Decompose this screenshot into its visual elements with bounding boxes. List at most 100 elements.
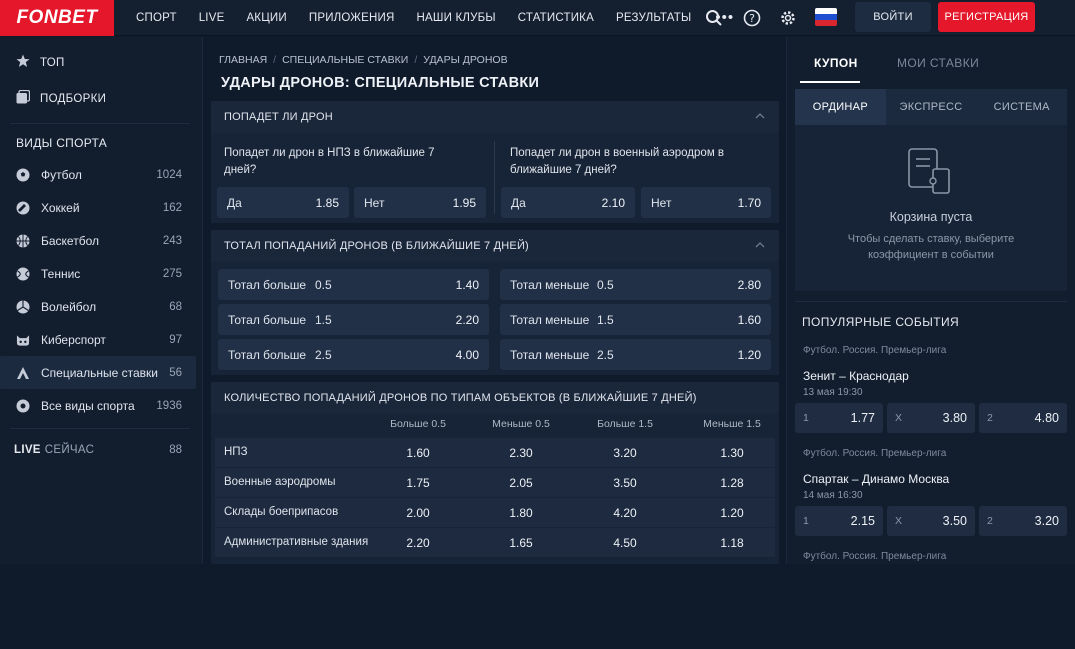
sidebar-item-all-sports[interactable]: Все виды спорта 1936 (0, 389, 202, 422)
market-header[interactable]: ПОПАДЕТ ЛИ ДРОН (211, 101, 779, 133)
nav-promotions[interactable]: АКЦИИ (246, 12, 286, 24)
odd-cell[interactable]: 4.20 (580, 506, 670, 520)
esports-icon (16, 333, 30, 347)
basketball-icon (16, 234, 30, 248)
odd-cell[interactable]: 2.05 (476, 476, 566, 490)
column-header: Меньше 1.5 (703, 418, 761, 430)
market-header[interactable]: КОЛИЧЕСТВО ПОПАДАНИЙ ДРОНОВ ПО ТИПАМ ОБЪ… (211, 382, 779, 414)
chevron-up-icon[interactable] (755, 240, 765, 250)
sidebar-item-collections[interactable]: ПОДБОРКИ (0, 81, 202, 117)
odd-cell[interactable]: 2.20 (373, 536, 463, 550)
sidebar-item-tennis[interactable]: Теннис 275 (0, 257, 202, 290)
chevron-up-icon[interactable] (755, 111, 765, 121)
popular-event: Футбол. Россия. Премьер-лига Спартак – Ди… (795, 446, 1067, 546)
odd-cell[interactable]: 1.30 (687, 446, 777, 460)
nav-results[interactable]: РЕЗУЛЬТАТЫ (616, 12, 691, 24)
active-tab-indicator (800, 81, 860, 83)
settings-icon[interactable] (777, 7, 799, 29)
breadcrumb-home[interactable]: ГЛАВНАЯ (219, 54, 267, 66)
table-row: Военные аэродромы 1.75 2.05 3.50 1.28 (215, 468, 775, 497)
event-date: 14 мая 16:30 (803, 490, 863, 501)
nav-live[interactable]: LIVE (199, 12, 225, 24)
market-will-drone-hit: ПОПАДЕТ ЛИ ДРОН Попадет ли дрон в НПЗ в … (211, 101, 779, 223)
live-label: LIVE (14, 444, 41, 456)
nav-statistics[interactable]: СТАТИСТИКА (518, 12, 594, 24)
total-odd-button[interactable]: Тотал больше 1.5 2.20 (218, 304, 489, 335)
event-odds: 1 1.77 X 3.80 2 4.80 (795, 403, 1067, 433)
odd-cell[interactable]: 3.20 (580, 446, 670, 460)
help-icon[interactable]: ? (741, 7, 763, 29)
empty-coupon-icon (908, 148, 950, 194)
odd-outcome: 2 (987, 412, 993, 424)
market-title: ТОТАЛ ПОПАДАНИЙ ДРОНОВ (В БЛИЖАЙШИЕ 7 ДН… (224, 240, 529, 252)
event-odd-button[interactable]: X 3.50 (887, 506, 975, 536)
mode-system[interactable]: СИСТЕМА (976, 89, 1067, 125)
odd-cell[interactable]: 1.65 (476, 536, 566, 550)
odd-value: 2.15 (850, 514, 875, 528)
coupon-empty-state: Корзина пуста Чтобы сделать ставку, выбе… (795, 125, 1067, 291)
odd-cell[interactable]: 1.80 (476, 506, 566, 520)
market-header[interactable]: ТОТАЛ ПОПАДАНИЙ ДРОНОВ (В БЛИЖАЙШИЕ 7 ДН… (211, 230, 779, 262)
sport-count: 162 (162, 201, 182, 214)
odd-button[interactable]: Да 1.85 (217, 187, 349, 218)
odd-cell[interactable]: 1.75 (373, 476, 463, 490)
sidebar-item-live-now[interactable]: LIVE СЕЙЧАС 88 (0, 435, 202, 465)
odd-cell[interactable]: 1.28 (687, 476, 777, 490)
table-header: Больше 0.5 Меньше 0.5 Больше 1.5 Меньше … (211, 414, 779, 434)
event-odd-button[interactable]: 2 3.20 (979, 506, 1067, 536)
breadcrumb-special-bets[interactable]: СПЕЦИАЛЬНЫЕ СТАВКИ (282, 54, 408, 66)
event-odd-button[interactable]: X 3.80 (887, 403, 975, 433)
total-odd-button[interactable]: Тотал больше 2.5 4.00 (218, 339, 489, 370)
sidebar-item-volleyball[interactable]: Волейбол 68 (0, 290, 202, 323)
sidebar-item-label: ТОП (40, 57, 65, 69)
total-line: 0.5 (315, 277, 332, 292)
sidebar-item-basketball[interactable]: Баскетбол 243 (0, 224, 202, 257)
event-odd-button[interactable]: 1 1.77 (795, 403, 883, 433)
tab-my-bets[interactable]: МОИ СТАВКИ (897, 56, 979, 70)
nav-our-clubs[interactable]: НАШИ КЛУБЫ (416, 12, 495, 24)
total-odd-button[interactable]: Тотал меньше 1.5 1.60 (500, 304, 771, 335)
event-odd-button[interactable]: 2 4.80 (979, 403, 1067, 433)
odd-button[interactable]: Да 2.10 (501, 187, 635, 218)
total-odd-button[interactable]: Тотал меньше 0.5 2.80 (500, 269, 771, 300)
sports-heading: ВИДЫ СПОРТА (16, 136, 108, 150)
special-bets-icon (16, 366, 30, 380)
mode-express[interactable]: ЭКСПРЕСС (886, 89, 977, 125)
register-button[interactable]: РЕГИСТРАЦИЯ (938, 2, 1035, 32)
odd-cell[interactable]: 1.20 (687, 506, 777, 520)
row-name: Военные аэродромы (224, 476, 336, 488)
sidebar-item-football[interactable]: Футбол 1024 (0, 158, 202, 191)
sidebar-item-special-bets[interactable]: Специальные ставки 56 (0, 356, 196, 389)
sidebar-item-esports[interactable]: Киберспорт 97 (0, 323, 202, 356)
odd-cell[interactable]: 2.30 (476, 446, 566, 460)
fonbet-logo[interactable]: FONBET (0, 0, 114, 36)
page-title: УДАРЫ ДРОНОВ: СПЕЦИАЛЬНЫЕ СТАВКИ (221, 75, 540, 91)
total-odd-button[interactable]: Тотал меньше 2.5 1.20 (500, 339, 771, 370)
coupon-panel: КУПОН МОИ СТАВКИ ОРДИНАР ЭКСПРЕСС СИСТЕМ… (786, 37, 1075, 564)
odd-cell[interactable]: 2.00 (373, 506, 463, 520)
collections-icon (16, 89, 31, 109)
nav-apps[interactable]: ПРИЛОЖЕНИЯ (309, 12, 395, 24)
sidebar-item-hockey[interactable]: Хоккей 162 (0, 191, 202, 224)
total-odd-button[interactable]: Тотал больше 0.5 1.40 (218, 269, 489, 300)
sidebar-item-top[interactable]: ТОП (0, 45, 202, 81)
odd-cell[interactable]: 1.60 (373, 446, 463, 460)
odd-cell[interactable]: 1.18 (687, 536, 777, 550)
odd-value: 3.50 (942, 514, 967, 528)
odd-button[interactable]: Нет 1.95 (354, 187, 486, 218)
odd-cell[interactable]: 3.50 (580, 476, 670, 490)
odd-cell[interactable]: 4.50 (580, 536, 670, 550)
event-odd-button[interactable]: 1 2.15 (795, 506, 883, 536)
nav-sport[interactable]: СПОРТ (136, 12, 177, 24)
search-icon[interactable] (703, 7, 725, 29)
odd-button[interactable]: Нет 1.70 (641, 187, 771, 218)
event-teams[interactable]: Зенит – Краснодар (803, 369, 909, 383)
sport-name: Баскетбол (41, 233, 99, 248)
odd-value: 1.60 (737, 312, 761, 327)
mode-single[interactable]: ОРДИНАР (795, 89, 886, 125)
tab-coupon[interactable]: КУПОН (814, 56, 858, 70)
login-button[interactable]: ВОЙТИ (855, 2, 931, 32)
event-teams[interactable]: Спартак – Динамо Москва (803, 472, 949, 486)
russia-flag-icon[interactable] (815, 8, 837, 26)
football-icon (16, 168, 30, 182)
